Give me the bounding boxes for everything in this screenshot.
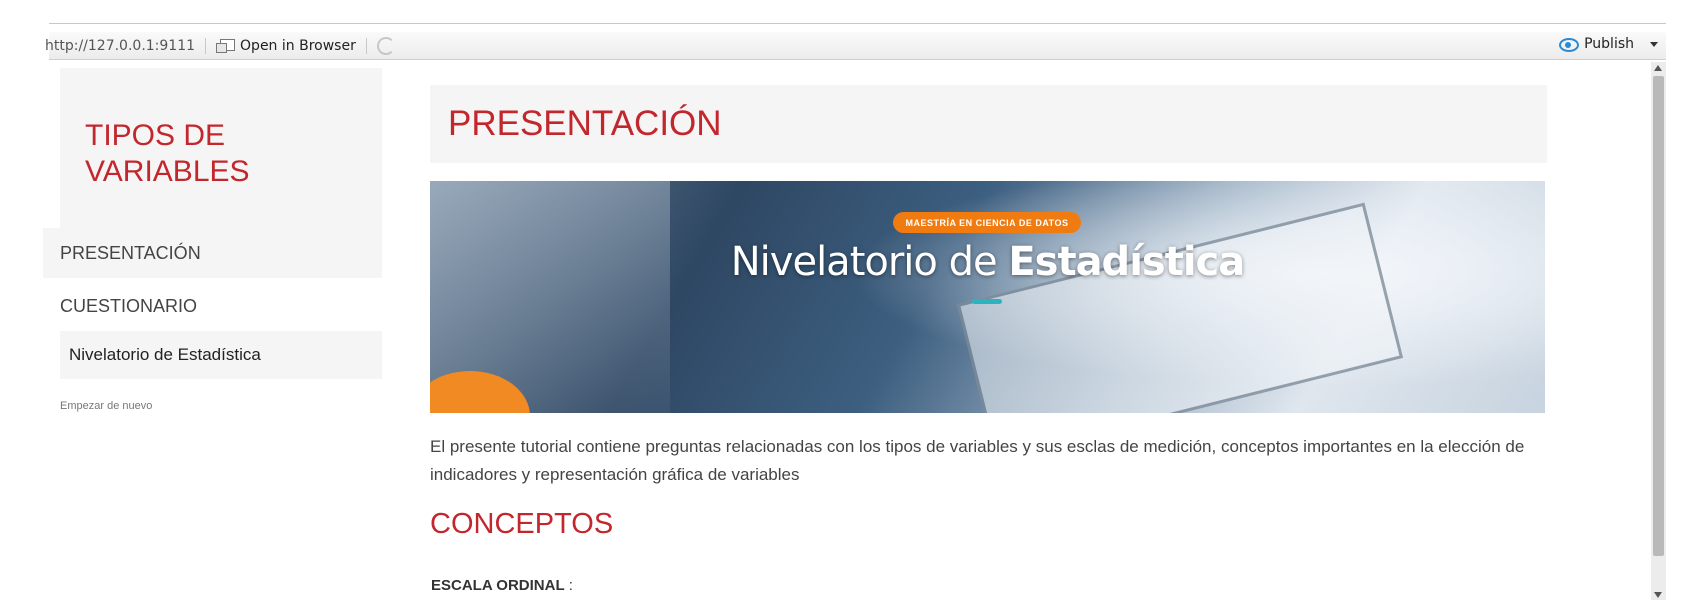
- viewer-toolbar: http://127.0.0.1:9111 Open in Browser Pu…: [45, 32, 1666, 60]
- browser-window-icon: [216, 39, 236, 53]
- toolbar-divider: [365, 37, 367, 54]
- term-suffix: :: [564, 577, 573, 594]
- scroll-thumb[interactable]: [1653, 76, 1664, 556]
- banner-clipboard-shape: [956, 202, 1404, 413]
- sidebar-title: TIPOS DE VARIABLES: [85, 119, 250, 188]
- sidebar-item-cuestionario[interactable]: CUESTIONARIO: [43, 281, 382, 331]
- intro-paragraph: El presente tutorial contiene preguntas …: [430, 437, 1525, 484]
- sidebar-subitem-nivelatorio[interactable]: Nivelatorio de Estadística: [60, 331, 382, 379]
- chevron-down-icon[interactable]: [1650, 41, 1658, 47]
- sidebar-item-label: PRESENTACIÓN: [60, 242, 201, 263]
- open-in-browser-button[interactable]: Open in Browser: [216, 38, 356, 54]
- banner-badge: MAESTRÍA EN CIENCIA DE DATOS: [893, 212, 1081, 233]
- publish-icon: [1558, 37, 1580, 52]
- term-label: ESCALA ORDINAL: [431, 577, 565, 594]
- banner-title: Nivelatorio de Estadística: [430, 239, 1545, 285]
- banner-title-bold: Estadística: [1008, 239, 1245, 285]
- refresh-icon[interactable]: [376, 36, 395, 55]
- toolbar-divider: [205, 37, 207, 54]
- vertical-scrollbar[interactable]: [1651, 62, 1666, 600]
- sidebar-item-presentacion[interactable]: PRESENTACIÓN: [43, 228, 382, 278]
- restart-link[interactable]: Empezar de nuevo: [60, 400, 152, 412]
- publish-button[interactable]: Publish: [1558, 36, 1658, 52]
- banner-title-light: Nivelatorio de: [730, 239, 1009, 285]
- sidebar-subitem-label: Nivelatorio de Estadística: [69, 345, 261, 364]
- banner-accent-bar: [972, 299, 1002, 304]
- section-title-conceptos: CONCEPTOS: [430, 508, 614, 540]
- open-in-browser-label: Open in Browser: [240, 37, 356, 54]
- scroll-up-arrow-icon[interactable]: [1654, 65, 1662, 71]
- publish-label: Publish: [1584, 36, 1634, 52]
- term-escala-ordinal: ESCALA ORDINAL :: [431, 577, 573, 594]
- sidebar-item-label: CUESTIONARIO: [60, 295, 198, 316]
- url-text: http://127.0.0.1:9111: [45, 37, 196, 54]
- page-title: PRESENTACIÓN: [448, 104, 722, 143]
- scroll-down-arrow-icon[interactable]: [1654, 592, 1662, 598]
- banner-image: MAESTRÍA EN CIENCIA DE DATOS Nivelatorio…: [430, 181, 1545, 413]
